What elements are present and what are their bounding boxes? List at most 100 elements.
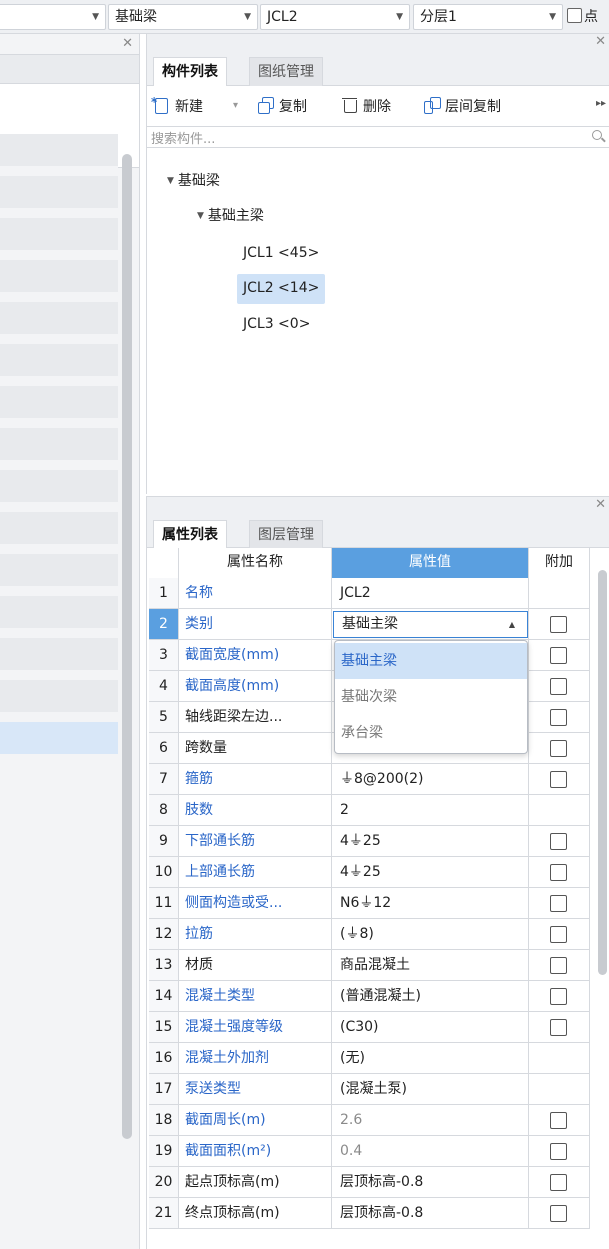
- list-item[interactable]: [0, 596, 118, 632]
- tree-node-group[interactable]: ▼ 基础主梁: [197, 202, 264, 232]
- extra-checkbox[interactable]: [550, 1205, 567, 1222]
- component-select[interactable]: JCL2 ▼: [260, 4, 410, 30]
- extra-checkbox[interactable]: [550, 771, 567, 788]
- list-item[interactable]: [0, 386, 118, 422]
- search-icon[interactable]: [592, 130, 602, 140]
- extra-checkbox[interactable]: [550, 926, 567, 943]
- extra-checkbox[interactable]: [550, 864, 567, 881]
- property-value[interactable]: (⏚8): [332, 919, 529, 949]
- category-select[interactable]: 基础主梁 ▲: [333, 611, 528, 638]
- property-scrollbar[interactable]: [598, 570, 607, 975]
- list-item[interactable]: [0, 302, 118, 338]
- dropdown-option[interactable]: 承台梁: [335, 715, 527, 751]
- property-value[interactable]: (C30): [332, 1012, 529, 1042]
- extra-checkbox[interactable]: [550, 709, 567, 726]
- property-value[interactable]: 基础主梁 ▲: [332, 609, 529, 639]
- close-icon[interactable]: ✕: [595, 497, 606, 512]
- layer-select[interactable]: 分层1 ▼: [413, 4, 563, 30]
- table-row[interactable]: 19 截面面积(m²) 0.4: [149, 1136, 590, 1167]
- chevron-down-icon[interactable]: ▾: [233, 100, 238, 111]
- table-row[interactable]: 14 混凝土类型 (普通混凝土): [149, 981, 590, 1012]
- list-item[interactable]: [0, 554, 118, 590]
- extra-checkbox[interactable]: [550, 678, 567, 695]
- table-row[interactable]: 18 截面周长(m) 2.6: [149, 1105, 590, 1136]
- list-item[interactable]: [0, 344, 118, 380]
- dropdown-option[interactable]: 基础主梁: [335, 643, 527, 679]
- extra-checkbox[interactable]: [550, 616, 567, 633]
- table-row[interactable]: 16 混凝土外加剂 (无): [149, 1043, 590, 1074]
- extra-checkbox[interactable]: [550, 647, 567, 664]
- chevron-up-icon[interactable]: ▲: [509, 612, 515, 637]
- property-value[interactable]: 层顶标高-0.8: [332, 1167, 529, 1197]
- extra-checkbox[interactable]: [550, 957, 567, 974]
- search-bar[interactable]: 搜索构件...: [147, 126, 609, 148]
- extra-checkbox[interactable]: [550, 988, 567, 1005]
- dropdown-option[interactable]: 基础次梁: [335, 679, 527, 715]
- table-row[interactable]: 1 名称 JCL2: [149, 578, 590, 609]
- table-row[interactable]: 7 箍筋 ⏚8@200(2): [149, 764, 590, 795]
- list-item[interactable]: [0, 638, 118, 674]
- extra-checkbox[interactable]: [550, 740, 567, 757]
- close-icon[interactable]: ✕: [595, 34, 606, 49]
- property-value[interactable]: N6⏚12: [332, 888, 529, 918]
- tab-layer-management[interactable]: 图层管理: [249, 520, 323, 549]
- table-row[interactable]: 15 混凝土强度等级 (C30): [149, 1012, 590, 1043]
- list-item[interactable]: [0, 260, 118, 296]
- table-row[interactable]: 13 材质 商品混凝土: [149, 950, 590, 981]
- type-select[interactable]: 基础梁 ▼: [108, 4, 258, 30]
- delete-button[interactable]: 删除: [341, 96, 391, 118]
- property-value[interactable]: 4⏚25: [332, 826, 529, 856]
- list-item[interactable]: [0, 512, 118, 548]
- table-row[interactable]: 8 肢数 2: [149, 795, 590, 826]
- extra-checkbox[interactable]: [550, 833, 567, 850]
- close-icon[interactable]: ✕: [122, 36, 133, 51]
- property-value[interactable]: (无): [332, 1043, 529, 1073]
- property-value[interactable]: 0.4: [332, 1136, 529, 1166]
- property-value[interactable]: 层顶标高-0.8: [332, 1198, 529, 1228]
- left-scrollbar[interactable]: [122, 154, 132, 1139]
- extra-checkbox[interactable]: [550, 1112, 567, 1129]
- triangle-down-icon[interactable]: ▼: [167, 176, 174, 186]
- table-row[interactable]: 17 泵送类型 (混凝土泵): [149, 1074, 590, 1105]
- copy-button[interactable]: 复制: [257, 96, 307, 118]
- table-row[interactable]: 12 拉筋 (⏚8): [149, 919, 590, 950]
- search-input[interactable]: 搜索构件...: [151, 128, 215, 147]
- tab-property-list[interactable]: 属性列表: [153, 520, 227, 550]
- list-item[interactable]: [0, 176, 118, 212]
- extra-checkbox[interactable]: [550, 1143, 567, 1160]
- list-item-selected[interactable]: [0, 722, 118, 758]
- tree-leaf-item[interactable]: JCL3 <0>: [243, 310, 310, 340]
- point-checkbox[interactable]: [567, 8, 582, 23]
- triangle-down-icon[interactable]: ▼: [197, 211, 204, 221]
- floor-copy-button[interactable]: 层间复制: [423, 96, 501, 118]
- property-value[interactable]: 商品混凝土: [332, 950, 529, 980]
- table-row[interactable]: 2 类别 基础主梁 ▲: [149, 609, 590, 640]
- list-item[interactable]: [0, 218, 118, 254]
- extra-checkbox[interactable]: [550, 1174, 567, 1191]
- table-row[interactable]: 9 下部通长筋 4⏚25: [149, 826, 590, 857]
- tree-leaf-item[interactable]: JCL1 <45>: [243, 239, 319, 269]
- tree-leaf-item-selected[interactable]: JCL2 <14>: [237, 274, 326, 304]
- property-value[interactable]: (普通混凝土): [332, 981, 529, 1011]
- property-value[interactable]: JCL2: [332, 578, 529, 608]
- tab-drawing-management[interactable]: 图纸管理: [249, 57, 323, 86]
- property-value[interactable]: 4⏚25: [332, 857, 529, 887]
- property-value[interactable]: 2.6: [332, 1105, 529, 1135]
- more-icon[interactable]: ▸▸: [596, 98, 606, 109]
- property-value[interactable]: (混凝土泵): [332, 1074, 529, 1104]
- table-row[interactable]: 20 起点顶标高(m) 层顶标高-0.8: [149, 1167, 590, 1198]
- tab-component-list[interactable]: 构件列表: [153, 57, 227, 87]
- list-item[interactable]: [0, 134, 118, 170]
- extra-checkbox[interactable]: [550, 1019, 567, 1036]
- floor-select[interactable]: ▼: [0, 4, 106, 30]
- property-value[interactable]: 2: [332, 795, 529, 825]
- property-value[interactable]: ⏚8@200(2): [332, 764, 529, 794]
- table-row[interactable]: 10 上部通长筋 4⏚25: [149, 857, 590, 888]
- extra-checkbox[interactable]: [550, 895, 567, 912]
- list-item[interactable]: [0, 428, 118, 464]
- list-item[interactable]: [0, 680, 118, 716]
- table-row[interactable]: 11 侧面构造或受... N6⏚12: [149, 888, 590, 919]
- table-row[interactable]: 21 终点顶标高(m) 层顶标高-0.8: [149, 1198, 590, 1229]
- new-button[interactable]: 新建: [151, 91, 203, 118]
- list-item[interactable]: [0, 470, 118, 506]
